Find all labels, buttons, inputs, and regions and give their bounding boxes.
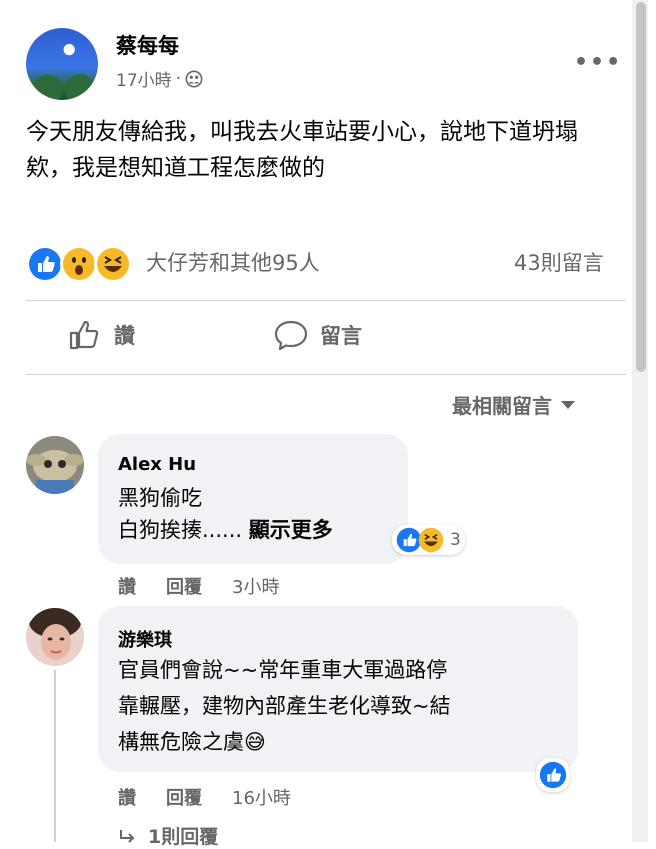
comment-actions: 讚 回覆 3小時 [118, 573, 279, 599]
comment-like-button[interactable]: 讚 [118, 573, 136, 599]
comment-time[interactable]: 16小時 [232, 784, 291, 810]
comment-reactions[interactable] [536, 758, 570, 792]
comment-text-line: 官員們會說~~常年重車大軍過路停 [118, 658, 448, 682]
sweat-smile-emoji: 😅 [244, 730, 266, 754]
comment-text: 構無危險之虞 [118, 730, 244, 754]
comment-button[interactable]: 留言 [274, 318, 362, 352]
comment-reply-button[interactable]: 回覆 [166, 784, 202, 810]
comment-reaction-count: 3 [450, 530, 461, 550]
wow-icon [60, 245, 98, 283]
post-author-name[interactable]: 蔡每每 [116, 30, 179, 60]
divider [26, 300, 626, 301]
comment-count-link[interactable]: 43則留言 [514, 247, 604, 277]
post-text: 今天朋友傳給我，叫我去火車站要小心，說地下道坍塌欸，我是想知道工程怎麼做的 [26, 119, 578, 181]
friends-icon[interactable] [185, 70, 203, 88]
comment-bubble-icon [274, 320, 308, 351]
view-replies-link[interactable]: 1則回覆 [118, 822, 218, 849]
comment-reply-button[interactable]: 回覆 [166, 573, 202, 599]
reply-arrow-icon [120, 829, 135, 843]
scrollbar-thumb[interactable] [636, 2, 646, 372]
commenter-name[interactable]: Alex Hu [118, 454, 196, 475]
reaction-summary[interactable] [26, 245, 132, 283]
comment-label: 留言 [320, 324, 362, 348]
commenter-avatar[interactable] [26, 608, 84, 666]
comment-text-line: 構無危險之虞😅 [118, 726, 266, 758]
reaction-names[interactable]: 大仔芳和其他95人 [146, 247, 320, 277]
divider [26, 374, 626, 375]
comment-text-line: 白狗挨揍...... 顯示更多 [118, 514, 333, 546]
post-meta: 17小時 · [116, 66, 203, 91]
commenter-name[interactable]: 游樂琪 [118, 626, 172, 652]
see-more-link[interactable]: 顯示更多 [249, 518, 333, 542]
like-label: 讚 [114, 324, 135, 348]
reply-count: 1則回覆 [148, 826, 219, 848]
author-avatar[interactable] [26, 28, 98, 100]
like-button[interactable]: 讚 [68, 318, 135, 352]
reply-thread-line [54, 670, 56, 842]
haha-icon [94, 245, 132, 283]
comment-like-button[interactable]: 讚 [118, 784, 136, 810]
sort-label: 最相關留言 [452, 394, 552, 418]
comment-text: 白狗挨揍...... [118, 518, 243, 542]
comment-text-line: 黑狗偷吃 [118, 486, 202, 510]
comment-actions: 讚 回覆 16小時 [118, 784, 291, 810]
like-icon [539, 761, 567, 789]
more-options-button[interactable]: ••• [574, 50, 622, 75]
haha-icon [418, 527, 444, 553]
meta-separator: · [175, 68, 182, 89]
thumbs-up-icon [69, 320, 99, 350]
comment-time[interactable]: 3小時 [232, 573, 279, 599]
commenter-avatar[interactable] [26, 436, 84, 494]
comment-reactions[interactable]: 3 [392, 525, 465, 555]
comment-sort-dropdown[interactable]: 最相關留言 [452, 390, 576, 419]
post-time[interactable]: 17小時 [116, 66, 172, 91]
comment-text-line: 靠輾壓，建物內部產生老化導致~結 [118, 694, 451, 718]
like-icon [26, 245, 64, 283]
chevron-down-icon [561, 400, 575, 409]
